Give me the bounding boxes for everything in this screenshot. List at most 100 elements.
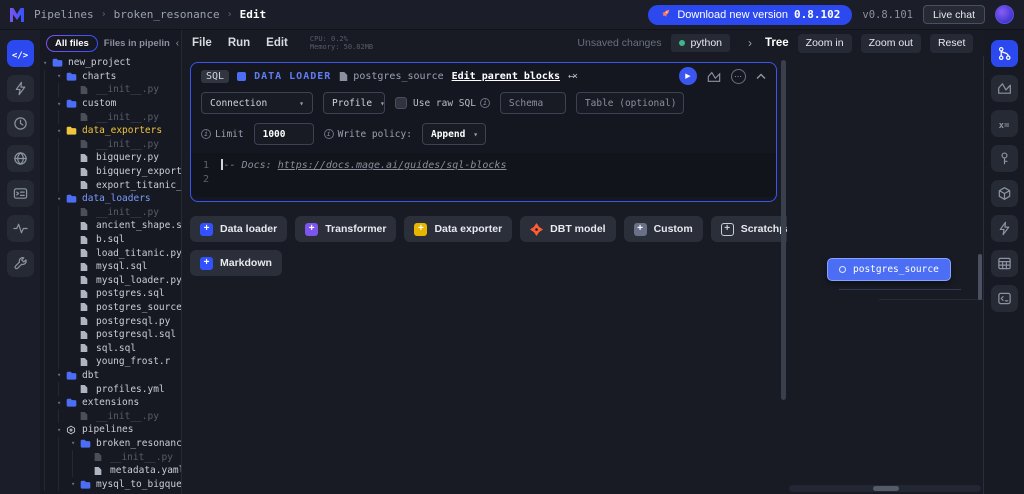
more-options-icon[interactable]: ⋯ [731, 69, 746, 84]
lightning-icon-button[interactable] [7, 75, 34, 102]
tree-item-postgresql.py[interactable]: postgresql.py [40, 314, 181, 328]
table-icon-button[interactable] [991, 250, 1018, 277]
tree-item-new_project[interactable]: ▾new_project [40, 56, 181, 70]
chart-output-icon[interactable] [707, 70, 721, 83]
terminal-card-icon-button[interactable] [7, 180, 34, 207]
tree-item-__init__.py[interactable]: __init__.py [40, 110, 181, 124]
tree-item-load_titanic.py[interactable]: load_titanic.py [40, 246, 181, 260]
add-data-loader-button[interactable]: +Data loader [190, 216, 287, 242]
tree-item-extensions[interactable]: ▾extensions [40, 396, 181, 410]
add-markdown-button[interactable]: +Markdown [190, 250, 282, 276]
add-dbt-model-button[interactable]: DBT model [520, 216, 615, 242]
tree-item-__init__.py[interactable]: __init__.py [40, 206, 181, 220]
limit-input[interactable] [263, 129, 305, 140]
limit-field[interactable] [254, 123, 314, 145]
profile-select[interactable]: Profile ▾ [323, 92, 385, 114]
block-cube-icon-button[interactable] [991, 180, 1018, 207]
tab-all-files[interactable]: All files [46, 35, 98, 52]
menu-edit[interactable]: Edit [266, 37, 288, 49]
tree-panel-horizontal-scrollbar[interactable] [789, 485, 981, 492]
code-icon-button[interactable]: </> [7, 40, 34, 67]
schema-input[interactable] [509, 98, 557, 109]
tree-item-charts[interactable]: ▾charts [40, 70, 181, 84]
tab-files-in-pipeline[interactable]: Files in pipelin [104, 38, 170, 49]
code-line-1[interactable]: 1 -- Docs: https://docs.mage.ai/guides/s… [191, 159, 776, 173]
tree-item-young_frost.r[interactable]: young_frost.r [40, 355, 181, 369]
tree-item-__init__.py[interactable]: __init__.py [40, 83, 181, 97]
tree-item-pipelines[interactable]: ▾pipelines [40, 423, 181, 437]
run-block-button[interactable]: ▶ [679, 67, 697, 85]
console-icon-button[interactable] [991, 285, 1018, 312]
tree-item-mysql_loader.py[interactable]: mysql_loader.py [40, 274, 181, 288]
tree-item-b.sql[interactable]: b.sql [40, 233, 181, 247]
add-data-exporter-button[interactable]: +Data exporter [404, 216, 512, 242]
lightning-icon-button[interactable] [991, 215, 1018, 242]
tree-item-metadata.yaml[interactable]: metadata.yaml [40, 464, 181, 478]
table-field[interactable] [576, 92, 684, 114]
globe-icon-button[interactable] [7, 145, 34, 172]
table-input[interactable] [585, 98, 675, 109]
zoom-out-button[interactable]: Zoom out [861, 34, 921, 53]
info-icon[interactable]: i [480, 98, 490, 108]
add-custom-button[interactable]: +Custom [624, 216, 703, 242]
tree-icon-button[interactable] [991, 40, 1018, 67]
tree-item-dbt[interactable]: ▾dbt [40, 369, 181, 383]
variables-icon-button[interactable]: x= [991, 110, 1018, 137]
code-line-2[interactable]: 2 [191, 173, 776, 187]
add-transformer-button[interactable]: +Transformer [295, 216, 396, 242]
tree-item-postgresql.sql[interactable]: postgresql.sql [40, 328, 181, 342]
tree-item-profiles.yml[interactable]: profiles.yml [40, 382, 181, 396]
tree-item-sql.sql[interactable]: sql.sql [40, 341, 181, 355]
info-icon[interactable]: i [324, 129, 334, 139]
user-avatar[interactable] [995, 5, 1014, 24]
kernel-badge[interactable]: python [671, 34, 730, 52]
edit-parent-blocks-link[interactable]: Edit parent blocks [452, 71, 560, 82]
menu-run[interactable]: Run [228, 37, 250, 49]
collapse-panel-icon[interactable]: ‹ [176, 38, 179, 49]
tree-item-__init__.py[interactable]: __init__.py [40, 138, 181, 152]
clock-icon-button[interactable] [7, 110, 34, 137]
pulse-icon-button[interactable] [7, 215, 34, 242]
scrollbar-thumb[interactable] [873, 486, 899, 491]
tree-item-export_titanic_clea[interactable]: export_titanic_clea [40, 178, 181, 192]
tree-item-mysql_to_bigquery[interactable]: ▾mysql_to_bigquery [40, 477, 181, 491]
zoom-in-button[interactable]: Zoom in [798, 34, 852, 53]
tree-item-data_loaders[interactable]: ▾data_loaders [40, 192, 181, 206]
live-chat-button[interactable]: Live chat [923, 5, 985, 24]
download-new-version-button[interactable]: Download new version 0.8.102 [648, 5, 852, 25]
write-policy-select[interactable]: Append ▾ [422, 123, 486, 145]
key-icon-button[interactable] [991, 145, 1018, 172]
tree-item-mysql.sql[interactable]: mysql.sql [40, 260, 181, 274]
menu-file[interactable]: File [192, 37, 212, 49]
tree-panel-vertical-scrollbar[interactable] [978, 254, 982, 300]
tree-item-bigquery.py[interactable]: bigquery.py [40, 151, 181, 165]
chart-icon-button[interactable] [991, 75, 1018, 102]
dependency-tree-panel[interactable]: postgres_source [787, 56, 984, 494]
tree-item-bigquery_exporter.p[interactable]: bigquery_exporter.p [40, 165, 181, 179]
tree-item-postgres.sql[interactable]: postgres.sql [40, 287, 181, 301]
use-raw-sql-checkbox[interactable] [395, 97, 407, 109]
tree-item-ancient_shape.sql[interactable]: ancient_shape.sql [40, 219, 181, 233]
reset-view-button[interactable]: Reset [930, 34, 973, 53]
tree-item-custom[interactable]: ▾custom [40, 97, 181, 111]
mage-logo-icon[interactable] [8, 6, 26, 24]
tree-item-__init__.py[interactable]: __init__.py [40, 409, 181, 423]
cancel-edit-parents-icon[interactable]: ←× [568, 71, 576, 82]
breadcrumb-pipelines[interactable]: Pipelines [34, 8, 94, 21]
code-editor[interactable]: 1 -- Docs: https://docs.mage.ai/guides/s… [191, 153, 776, 197]
breadcrumb-pipeline-name[interactable]: broken_resonance [114, 8, 220, 21]
tree-item-data_exporters[interactable]: ▾data_exporters [40, 124, 181, 138]
connection-select[interactable]: Connection ▾ [201, 92, 313, 114]
block-name[interactable]: postgres_source [339, 71, 443, 82]
docs-link[interactable]: https://docs.mage.ai/guides/sql-blocks [278, 160, 507, 171]
tree-item-postgres_source.sql[interactable]: postgres_source.sql [40, 301, 181, 315]
tree-item-broken_resonance[interactable]: ▾broken_resonance [40, 437, 181, 451]
graph-node-postgres-source[interactable]: postgres_source [827, 258, 951, 281]
sql-block[interactable]: SQL DATA LOADER postgres_source Edit par… [190, 62, 777, 202]
expand-panel-chevron-icon[interactable]: › [748, 36, 752, 50]
info-icon[interactable]: i [201, 129, 211, 139]
tree-item-__init__.py[interactable]: __init__.py [40, 450, 181, 464]
editor-vertical-scrollbar[interactable] [779, 56, 787, 494]
wrench-icon-button[interactable] [7, 250, 34, 277]
scrollbar-thumb[interactable] [781, 60, 786, 400]
